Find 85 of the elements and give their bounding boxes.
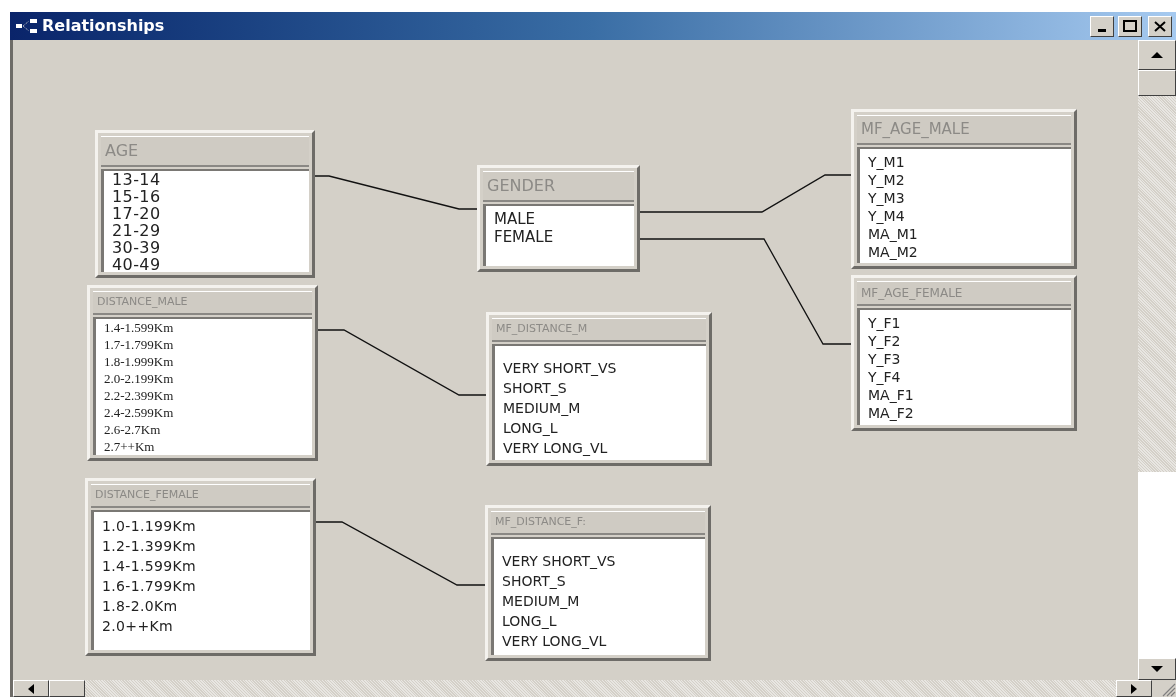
field-name[interactable]: Y_F4: [868, 368, 1063, 386]
table-card[interactable]: MF_DISTANCE_M VERY SHORT_VS SHORT_S MEDIUM_M LONG_L VERY LONG_VL: [486, 312, 712, 466]
table-card[interactable]: MF_AGE_MALE Y_M1 Y_M2 Y_M3 Y_M4 MA_M1 MA_M2: [851, 109, 1077, 269]
field-name[interactable]: 1.6-1.799Km: [102, 575, 302, 596]
table-title: DISTANCE_MALE: [93, 291, 312, 315]
table-title: GENDER: [483, 171, 634, 202]
field-name[interactable]: 2.0-2.199Km: [104, 369, 304, 387]
field-name[interactable]: VERY LONG_VL: [503, 437, 698, 458]
field-name[interactable]: Y_M4: [868, 206, 1063, 225]
field-name[interactable]: VERY SHORT_VS: [503, 357, 698, 378]
field-name[interactable]: 30-39: [112, 239, 301, 256]
close-icon: [1154, 20, 1166, 32]
field-name[interactable]: LONG_L: [502, 610, 697, 631]
left-arrow-icon: [28, 683, 34, 694]
field-name[interactable]: 1.8-1.999Km: [104, 352, 304, 370]
field-name[interactable]: Y_M2: [868, 170, 1063, 189]
relationship-line[interactable]: [639, 174, 852, 213]
field-name[interactable]: 17-20: [112, 205, 301, 222]
field-name[interactable]: 1.7-1.799Km: [104, 335, 304, 353]
table-card[interactable]: GENDER MALE FEMALE: [477, 165, 640, 272]
field-name[interactable]: 1.4-1.599Km: [104, 318, 304, 336]
table-card[interactable]: AGE 13-14 15-16 17-20 21-29 30-39 40-49: [95, 130, 315, 278]
field-name[interactable]: Y_F2: [868, 332, 1063, 350]
relationship-line[interactable]: [315, 521, 486, 586]
maximize-icon: [1123, 20, 1137, 32]
table-title: MF_AGE_MALE: [857, 115, 1071, 145]
close-button[interactable]: [1148, 15, 1172, 37]
field-name[interactable]: 40-49: [112, 256, 301, 272]
scroll-up-button[interactable]: [1138, 40, 1176, 70]
field-name[interactable]: MA_M2: [868, 242, 1063, 261]
field-name[interactable]: 1.2-1.399Km: [102, 535, 302, 556]
minimize-button[interactable]: [1090, 15, 1114, 37]
scroll-right-button[interactable]: [1116, 680, 1152, 697]
field-name[interactable]: 2.2-2.399Km: [104, 386, 304, 404]
up-arrow-icon: [1151, 52, 1163, 58]
horizontal-scrollbar[interactable]: [13, 680, 1176, 697]
scroll-down-button[interactable]: [1138, 658, 1176, 680]
relationship-line[interactable]: [314, 175, 478, 210]
field-name[interactable]: FEMALE: [494, 228, 626, 246]
field-name[interactable]: MALE: [494, 210, 626, 228]
field-name[interactable]: MA_F1: [868, 386, 1063, 404]
minimize-icon: [1098, 28, 1106, 32]
maximize-button[interactable]: [1118, 15, 1142, 37]
field-name[interactable]: 2.0++Km: [102, 615, 302, 636]
scroll-thumb[interactable]: [1138, 70, 1176, 96]
field-name[interactable]: SHORT_S: [502, 570, 697, 591]
field-name[interactable]: 1.4-1.599Km: [102, 555, 302, 576]
field-name[interactable]: SHORT_S: [503, 377, 698, 398]
field-name[interactable]: 21-29: [112, 222, 301, 239]
field-name[interactable]: 2.7++Km: [104, 437, 304, 455]
field-name[interactable]: MA_F2: [868, 404, 1063, 422]
field-name[interactable]: MEDIUM_M: [502, 590, 697, 611]
field-name[interactable]: 15-16: [112, 188, 301, 205]
field-name[interactable]: Y_F1: [868, 314, 1063, 332]
field-name[interactable]: 1.8-2.0Km: [102, 595, 302, 616]
size-grip-icon[interactable]: [1162, 683, 1176, 697]
table-card[interactable]: MF_DISTANCE_F: VERY SHORT_VS SHORT_S MEDIUM_M LONG_L VERY LONG_VL: [485, 505, 711, 661]
table-card[interactable]: MF_AGE_FEMALE Y_F1 Y_F2 Y_F3 Y_F4 MA_F1 MA_F2: [851, 275, 1077, 431]
field-name[interactable]: Y_M1: [868, 152, 1063, 171]
scroll-left-button[interactable]: [13, 680, 49, 697]
relationship-line[interactable]: [317, 329, 487, 396]
down-arrow-icon: [1151, 666, 1163, 672]
scroll-thumb[interactable]: [49, 680, 85, 697]
table-card[interactable]: DISTANCE_MALE 1.4-1.599Km 1.7-1.799Km 1.8-1.999Km 2.0-2.199Km 2.2-2.399Km 2.4-2.599Km 2.6-2.7Km 2.7++Km: [87, 285, 318, 461]
window-title: Relationships: [42, 15, 166, 37]
table-title: MF_DISTANCE_F:: [491, 511, 705, 535]
field-name[interactable]: MA_M1: [868, 224, 1063, 243]
field-name[interactable]: 13-14: [112, 171, 301, 188]
vertical-scrollbar[interactable]: [1138, 40, 1176, 680]
field-name[interactable]: 1.0-1.199Km: [102, 515, 302, 536]
field-name[interactable]: VERY SHORT_VS: [502, 550, 697, 571]
table-title: MF_DISTANCE_M: [492, 318, 706, 342]
relationships-icon: [16, 19, 38, 33]
table-card[interactable]: DISTANCE_FEMALE 1.0-1.199Km 1.2-1.399Km 1.4-1.599Km 1.6-1.799Km 1.8-2.0Km 2.0++Km: [85, 478, 316, 656]
field-name[interactable]: 2.4-2.599Km: [104, 403, 304, 421]
field-name[interactable]: Y_F3: [868, 350, 1063, 368]
right-arrow-icon: [1131, 683, 1137, 694]
field-name[interactable]: LONG_L: [503, 417, 698, 438]
table-title: DISTANCE_FEMALE: [91, 484, 310, 508]
field-name[interactable]: MEDIUM_M: [503, 397, 698, 418]
field-name[interactable]: VERY LONG_VL: [502, 630, 697, 651]
field-name[interactable]: 2.6-2.7Km: [104, 420, 304, 438]
table-title: AGE: [101, 136, 309, 167]
field-name[interactable]: Y_M3: [868, 188, 1063, 207]
table-title: MF_AGE_FEMALE: [857, 281, 1071, 306]
